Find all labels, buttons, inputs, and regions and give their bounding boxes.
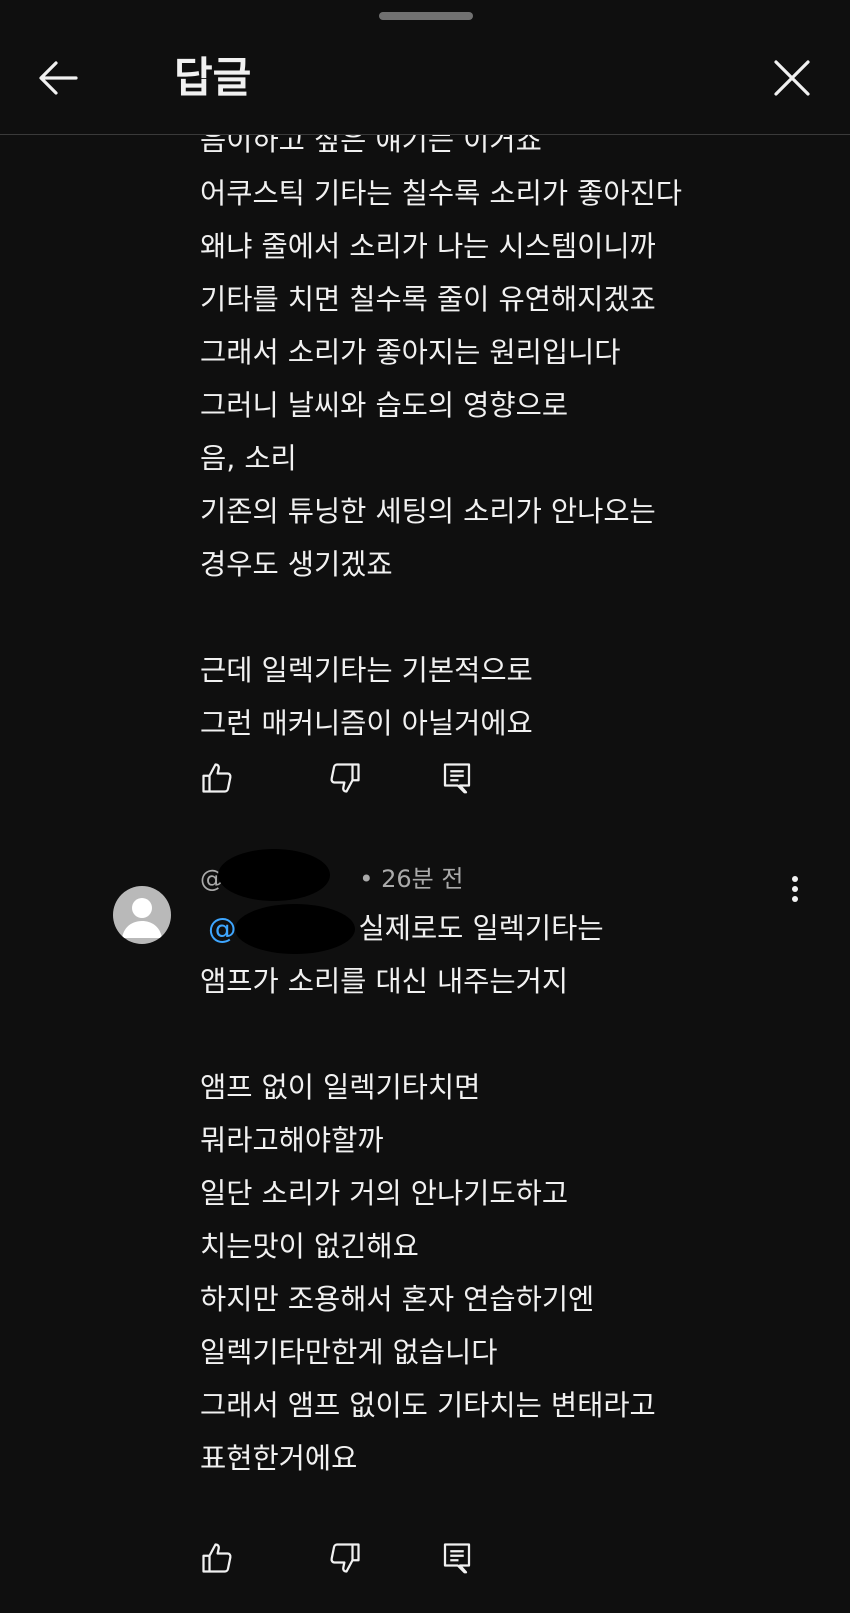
dislike-button[interactable]	[323, 756, 367, 800]
comment-line: 음, 소리	[200, 442, 297, 475]
comment-line: 일렉기타만한게 없습니다	[200, 1336, 498, 1369]
comment-line: 치는맛이 없긴해요	[200, 1230, 419, 1263]
comment-line: 뭐라고해야할까	[200, 1124, 384, 1157]
back-button[interactable]	[30, 50, 86, 106]
comment-line: 기타를 치면 칠수록 줄이 유연해지겠죠	[200, 283, 656, 316]
comment-line: 왜냐 줄에서 소리가 나는 시스템이니까	[200, 230, 656, 263]
comment-line: 실제로도 일렉기타는	[358, 912, 604, 945]
comment-line: 그런 매커니즘이 아닐거에요	[200, 707, 533, 740]
thumbs-down-icon	[330, 1543, 360, 1573]
comment-line: 그래서 앰프 없이도 기타치는 변태라고	[200, 1389, 656, 1422]
close-icon	[774, 60, 810, 96]
replies-list[interactable]: 음이하고 싶은 얘기는 이거죠 어쿠스틱 기타는 칠수록 소리가 좋아진다 왜냐…	[0, 134, 850, 1613]
thumbs-down-icon	[330, 763, 360, 793]
comment-body: @ 실제로도 일렉기타는 앰프가 소리를 대신 내주는거지 앰프 없이 일렉기타치…	[200, 902, 820, 1485]
panel-title: 답글	[174, 53, 252, 102]
comment-line: 기존의 튜닝한 세팅의 소리가 안나오는	[200, 495, 656, 528]
comment-line: 표현한거에요	[200, 1442, 358, 1475]
comment-line: 그러니 날씨와 습도의 영향으로	[200, 389, 569, 422]
close-button[interactable]	[764, 50, 820, 106]
like-button[interactable]	[195, 1536, 239, 1580]
comment-line: 경우도 생기겠죠	[200, 548, 393, 581]
redaction-mark	[235, 904, 355, 954]
arrow-left-icon	[39, 61, 78, 95]
reply-comment-icon	[443, 1543, 471, 1574]
comment-line: 근데 일렉기타는 기본적으로	[200, 654, 533, 687]
mention-link[interactable]: @	[208, 912, 237, 945]
comment-line: 앰프 없이 일렉기타치면	[200, 1071, 481, 1104]
reply-button[interactable]	[435, 756, 479, 800]
more-vertical-icon	[792, 876, 798, 902]
drag-handle[interactable]	[379, 12, 473, 20]
reply-panel-header: 답글	[0, 0, 850, 135]
comment-actions	[195, 1536, 495, 1586]
comment-body: 음이하고 싶은 얘기는 이거죠 어쿠스틱 기타는 칠수록 소리가 좋아진다 왜냐…	[200, 134, 820, 750]
thumbs-up-icon	[202, 763, 232, 793]
comment-line: 그래서 소리가 좋아지는 원리입니다	[200, 336, 621, 369]
dislike-button[interactable]	[323, 1536, 367, 1580]
reply-comment-icon	[443, 763, 471, 794]
reply-button[interactable]	[435, 1536, 479, 1580]
like-button[interactable]	[195, 756, 239, 800]
comment-actions	[195, 756, 495, 806]
comment-line: 음이하고 싶은 얘기는 이거죠	[200, 134, 542, 157]
comment-line: 하지만 조용해서 혼자 연습하기엔	[200, 1283, 595, 1316]
thumbs-up-icon	[202, 1543, 232, 1573]
comment-blank-line	[200, 591, 820, 644]
comment-blank-line	[200, 1008, 820, 1061]
comment-line: 일단 소리가 거의 안나기도하고	[200, 1177, 569, 1210]
avatar[interactable]	[113, 886, 171, 944]
comment-line: 어쿠스틱 기타는 칠수록 소리가 좋아진다	[200, 177, 682, 210]
redaction-mark	[218, 849, 330, 901]
default-avatar-icon	[122, 898, 162, 938]
comment-time: • 26분 전	[359, 865, 464, 893]
comment-line: 앰프가 소리를 대신 내주는거지	[200, 965, 569, 998]
